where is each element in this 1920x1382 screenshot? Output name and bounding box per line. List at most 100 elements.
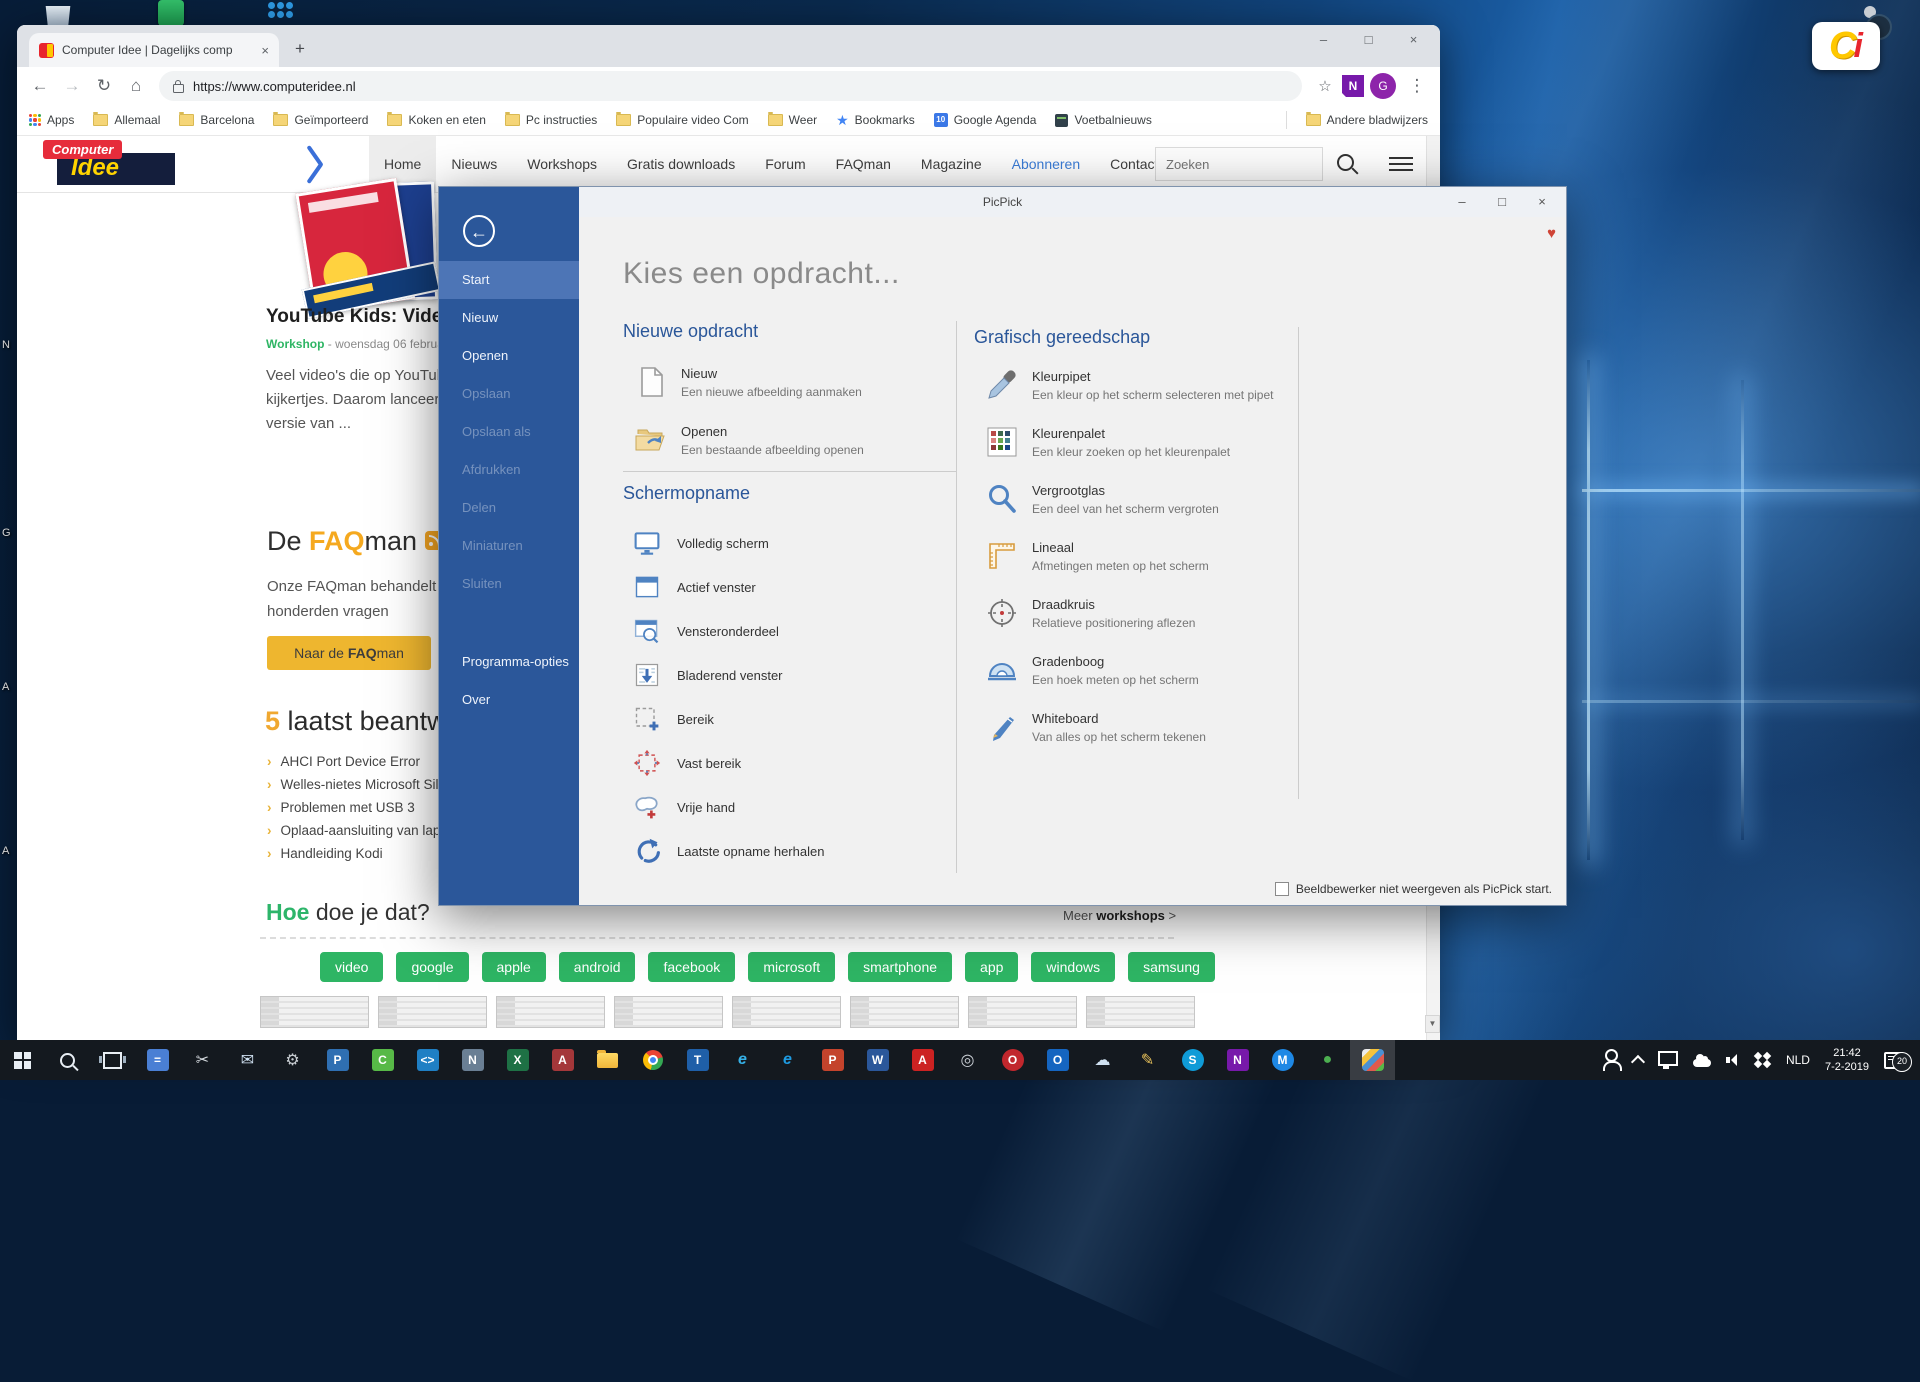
workshop-thumbnail[interactable] [378, 996, 487, 1028]
picpick-item-openen[interactable]: OpenenEen bestaande afbeelding openen [635, 423, 864, 457]
menu-icon[interactable]: ⋮ [1402, 71, 1432, 101]
picpick-item-vensteronderdeel[interactable]: Vensteronderdeel [633, 616, 779, 646]
volume-icon[interactable] [1726, 1054, 1740, 1066]
back-button[interactable]: ← [25, 71, 55, 101]
onedrive-tray-icon[interactable] [1693, 1059, 1711, 1067]
picpick-item-lineaal[interactable]: LineaalAfmetingen meten op het scherm [986, 539, 1209, 573]
taskbar-file-explorer[interactable] [585, 1040, 630, 1080]
language-indicator[interactable]: NLD [1786, 1053, 1810, 1067]
close-button[interactable]: × [1522, 187, 1562, 217]
taskbar-powerpoint-app[interactable]: P [810, 1040, 855, 1080]
home-button[interactable]: ⌂ [121, 71, 151, 101]
taskbar-messenger-app[interactable]: M [1260, 1040, 1305, 1080]
profile-avatar[interactable]: G [1370, 73, 1396, 99]
dropbox-tray-icon[interactable] [1755, 1053, 1771, 1067]
tag-google[interactable]: google [396, 952, 468, 982]
workshop-thumbnail[interactable] [260, 996, 369, 1028]
workshop-thumbnail[interactable] [614, 996, 723, 1028]
desktop-shortcut-icon[interactable] [268, 2, 296, 26]
taskbar-search-button[interactable] [45, 1040, 90, 1080]
sidebar-item-openen[interactable]: Openen [439, 337, 579, 375]
people-tray-icon[interactable] [1605, 1049, 1618, 1062]
sidebar-item-over[interactable]: Over [439, 681, 579, 719]
picpick-item-kleurenpalet[interactable]: KleurenpaletEen kleur zoeken op het kleu… [986, 425, 1230, 459]
picpick-item-whiteboard[interactable]: WhiteboardVan alles op het scherm tekene… [986, 710, 1206, 744]
picpick-item-volledig-scherm[interactable]: Volledig scherm [633, 528, 769, 558]
taskbar-settings-app[interactable]: ⚙ [270, 1040, 315, 1080]
tag-smartphone[interactable]: smartphone [848, 952, 952, 982]
picpick-item-bereik[interactable]: Bereik [633, 704, 714, 734]
tag-samsung[interactable]: samsung [1128, 952, 1215, 982]
taskbar-dev-app[interactable]: <> [405, 1040, 450, 1080]
picpick-item-bladerend-venster[interactable]: Bladerend venster [633, 660, 783, 690]
minimize-button[interactable]: – [1301, 25, 1346, 55]
taskbar-task-view-button[interactable] [90, 1040, 135, 1080]
network-display-icon[interactable] [1658, 1051, 1678, 1066]
taskbar-skype-app[interactable]: S [1170, 1040, 1215, 1080]
taskbar-ccleaner-app[interactable]: C [360, 1040, 405, 1080]
taskbar-calculator-app[interactable]: = [135, 1040, 180, 1080]
tag-facebook[interactable]: facebook [648, 952, 735, 982]
bookmark-star-icon[interactable]: ☆ [1310, 71, 1340, 101]
taskbar-chrome-browser[interactable] [630, 1040, 675, 1080]
taskbar-screen-recorder-app[interactable]: ● [1305, 1040, 1350, 1080]
forum-question-link[interactable]: ›Handleiding Kodi [267, 842, 445, 865]
taskbar-camera-app[interactable]: ◎ [945, 1040, 990, 1080]
apps-shortcut[interactable]: Apps [29, 113, 74, 127]
clock[interactable]: 21:42 7-2-2019 [1825, 1046, 1869, 1074]
taskbar-thunderbird-app[interactable]: T [675, 1040, 720, 1080]
forward-button[interactable]: → [57, 71, 87, 101]
article-title[interactable]: YouTube Kids: Video [266, 306, 454, 328]
taskbar-word-app[interactable]: W [855, 1040, 900, 1080]
action-center-icon[interactable]: 20 [1884, 1052, 1904, 1069]
scrollbar-down-button[interactable]: ▼ [1425, 1015, 1440, 1033]
taskbar-picpick-app[interactable] [1350, 1040, 1395, 1080]
workshop-thumbnail[interactable] [496, 996, 605, 1028]
taskbar-adobe-app[interactable]: A [900, 1040, 945, 1080]
taskbar-excel-app[interactable]: X [495, 1040, 540, 1080]
minimize-button[interactable]: – [1442, 187, 1482, 217]
forum-question-link[interactable]: ›Problemen met USB 3 [267, 796, 445, 819]
taskbar-paint-app[interactable]: ✎ [1125, 1040, 1170, 1080]
picpick-item-kleurpipet[interactable]: KleurpipetEen kleur op het scherm select… [986, 368, 1273, 402]
sidebar-item-nieuw[interactable]: Nieuw [439, 299, 579, 337]
tab-close-icon[interactable]: × [261, 43, 269, 58]
maximize-button[interactable]: □ [1482, 187, 1522, 217]
nav-item-forum[interactable]: Forum [750, 136, 820, 192]
close-button[interactable]: × [1391, 25, 1436, 55]
bookmark-allemaal[interactable]: Allemaal [93, 113, 160, 127]
picpick-item-gradenboog[interactable]: GradenboogEen hoek meten op het scherm [986, 653, 1199, 687]
bookmark-pc-instructies[interactable]: Pc instructies [505, 113, 597, 127]
nav-item-workshops[interactable]: Workshops [512, 136, 612, 192]
workshop-thumbnail[interactable] [1086, 996, 1195, 1028]
tag-microsoft[interactable]: microsoft [748, 952, 835, 982]
picpick-item-vergrootglas[interactable]: VergrootglasEen deel van het scherm verg… [986, 482, 1219, 516]
workshop-thumbnail[interactable] [732, 996, 841, 1028]
taskbar-mail-app[interactable]: ✉ [225, 1040, 270, 1080]
picpick-item-vast-bereik[interactable]: Vast bereik [633, 748, 741, 778]
article-category[interactable]: Workshop [266, 337, 324, 351]
bookmark-koken-en-eten[interactable]: Koken en eten [387, 113, 485, 127]
search-input[interactable] [1155, 147, 1323, 181]
taskbar-edge-browser[interactable]: e [765, 1040, 810, 1080]
tag-app[interactable]: app [965, 952, 1018, 982]
back-arrow-button[interactable]: ← [463, 215, 495, 247]
hamburger-menu-icon[interactable] [1389, 157, 1413, 175]
forum-question-link[interactable]: ›Oplaad-aansluiting van lapt [267, 819, 445, 842]
bookmark-barcelona[interactable]: Barcelona [179, 113, 254, 127]
workshop-thumbnail[interactable] [850, 996, 959, 1028]
bookmark-ge-mporteerd[interactable]: Geïmporteerd [273, 113, 368, 127]
bookmark-populaire-video-com[interactable]: Populaire video Com [616, 113, 748, 127]
address-bar[interactable]: https://www.computeridee.nl [159, 71, 1302, 101]
bookmark-google-agenda[interactable]: 10Google Agenda [934, 113, 1037, 127]
forum-question-link[interactable]: ›Welles-nietes Microsoft Silv [267, 773, 445, 796]
tray-overflow-icon[interactable] [1631, 1054, 1645, 1068]
bookmark-voetbalnieuws[interactable]: Voetbalnieuws [1055, 113, 1151, 127]
taskbar-people-app[interactable]: P [315, 1040, 360, 1080]
heart-icon[interactable]: ♥ [1547, 225, 1556, 242]
forum-question-link[interactable]: ›AHCI Port Device Error [267, 750, 445, 773]
sidebar-item-programma-opties[interactable]: Programma-opties [439, 643, 579, 681]
tag-apple[interactable]: apple [482, 952, 546, 982]
magazine-covers-image[interactable] [291, 171, 458, 315]
picpick-item-actief-venster[interactable]: Actief venster [633, 572, 756, 602]
